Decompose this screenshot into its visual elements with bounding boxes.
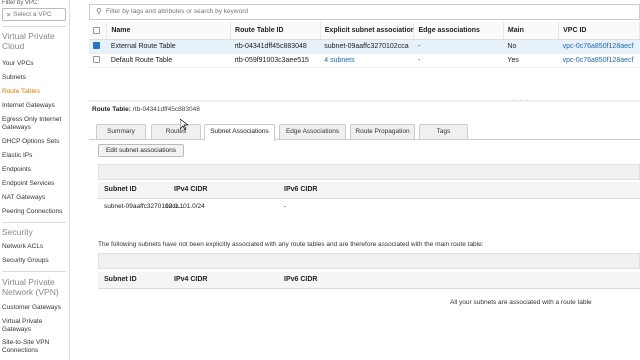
column-header-name[interactable]: Name — [106, 22, 232, 40]
search-bar[interactable]: ⚲ — [89, 4, 640, 20]
filter-by-vpc-label: Filter by VPC: — [2, 0, 40, 6]
sidebar-item-dhcp-options-sets[interactable]: DHCP Options Sets — [2, 138, 68, 146]
column-header-edge-associations[interactable]: Edge associations — [413, 22, 504, 40]
vpc-select[interactable]: ✕ Select a VPC — [2, 8, 66, 21]
cell-edge-associations: - — [413, 53, 504, 68]
detail-title: Route Table: rtb-04341dff45c883048 — [92, 106, 200, 113]
table-header-row: Name Route Table ID Explicit subnet asso… — [89, 22, 640, 40]
select-all-checkbox[interactable] — [93, 26, 100, 34]
sidebar-divider — [2, 222, 66, 223]
unassociated-table-header: Subnet ID IPv4 CIDR IPv6 CIDR — [98, 272, 640, 289]
cell-edge-associations: - — [413, 39, 504, 54]
vpc-select-placeholder: Select a VPC — [13, 11, 52, 18]
tab-routes[interactable]: Routes — [151, 124, 201, 139]
cell-name: Default Route Table — [106, 53, 231, 68]
column-header-route-table-id[interactable]: Route Table ID — [230, 22, 321, 40]
column-header-ipv6-cidr: IPv6 CIDR — [284, 186, 318, 193]
cell-route-table-id: rtb-059f91003c3aee515 — [230, 53, 321, 68]
sidebar-item-security-groups[interactable]: Security Groups — [2, 257, 68, 265]
column-header-main[interactable]: Main — [503, 22, 560, 40]
column-header-subnet-id: Subnet ID — [104, 186, 137, 193]
select-all-header[interactable] — [89, 22, 108, 40]
cell-explicit-subnet-link[interactable]: 4 subnets — [320, 53, 414, 68]
row-checkbox[interactable] — [93, 42, 100, 50]
edit-subnet-associations-button[interactable]: Edit subnet associations — [98, 144, 184, 157]
search-icon: ⚲ — [96, 7, 102, 16]
associations-toolbar — [98, 164, 640, 180]
sidebar-section-vpc: Virtual Private Cloud — [2, 31, 55, 51]
sidebar-item-network-acls[interactable]: Network ACLs — [2, 243, 68, 251]
tab-route-propagation[interactable]: Route Propagation — [350, 124, 415, 139]
empty-state-message: All your subnets are associated with a r… — [450, 299, 592, 306]
main-content: ⚲ Name Route Table ID Explicit subnet as… — [89, 0, 640, 360]
detail-title-value: rtb-04341dff45c883048 — [132, 106, 200, 113]
table-row[interactable]: External Route Table rtb-04341dff45c8830… — [89, 39, 640, 54]
tab-subnet-associations[interactable]: Subnet Associations — [204, 124, 275, 141]
tab-edge-associations[interactable]: Edge Associations — [279, 124, 346, 139]
tab-tags[interactable]: Tags — [419, 124, 468, 139]
sidebar-item-route-tables[interactable]: Route Tables — [2, 88, 68, 96]
column-header-ipv6-cidr: IPv6 CIDR — [284, 276, 318, 283]
sidebar-item-site-to-site-vpn-connections[interactable]: Site-to-Site VPN Connections — [2, 339, 68, 355]
cell-main: No — [503, 39, 559, 54]
column-header-subnet-id: Subnet ID — [104, 276, 137, 283]
sidebar-divider — [2, 26, 66, 27]
sidebar-item-egress-only-internet-gateways[interactable]: Egress Only Internet Gateways — [2, 116, 68, 132]
row-checkbox-cell[interactable] — [89, 53, 107, 68]
cell-main: Yes — [503, 53, 559, 68]
column-header-ipv4-cidr: IPv4 CIDR — [174, 276, 208, 283]
sidebar-item-nat-gateways[interactable]: NAT Gateways — [2, 194, 68, 202]
sidebar-item-customer-gateways[interactable]: Customer Gateways — [2, 304, 68, 312]
row-checkbox[interactable] — [93, 56, 100, 64]
table-row[interactable]: Default Route Table rtb-059f91003c3aee51… — [89, 53, 640, 68]
pane-splitter[interactable] — [89, 100, 640, 102]
sidebar-divider — [2, 271, 66, 272]
cell-route-table-id: rtb-04341dff45c883048 — [230, 39, 321, 54]
search-input[interactable] — [106, 8, 406, 15]
cell-name: External Route Table — [106, 39, 231, 54]
column-header-ipv4-cidr: IPv4 CIDR — [174, 186, 208, 193]
sidebar-item-endpoint-services[interactable]: Endpoint Services — [2, 180, 68, 188]
cell-vpc-id-link[interactable]: vpc-0c76a850f128aecf — [558, 39, 640, 54]
detail-title-label: Route Table: — [92, 106, 131, 113]
sidebar-item-your-vpcs[interactable]: Your VPCs — [2, 60, 68, 68]
sidebar-item-peering-connections[interactable]: Peering Connections — [2, 208, 68, 216]
sidebar-item-subnets[interactable]: Subnets — [2, 74, 68, 82]
drag-handle-icon[interactable]: · · · — [513, 97, 529, 104]
sidebar-section-vpn: Virtual Private Network (VPN) — [2, 277, 59, 297]
sidebar-item-internet-gateways[interactable]: Internet Gateways — [2, 102, 68, 110]
clear-icon[interactable]: ✕ — [6, 11, 11, 19]
sidebar: Filter by VPC: ✕ Select a VPC Virtual Pr… — [0, 0, 70, 360]
row-checkbox-cell[interactable] — [89, 39, 107, 54]
assoc-ipv6-cidr: - — [284, 203, 287, 210]
sidebar-item-endpoints[interactable]: Endpoints — [2, 166, 68, 174]
associations-table-header: Subnet ID IPv4 CIDR IPv6 CIDR — [98, 182, 640, 199]
mouse-cursor-icon — [180, 119, 188, 131]
route-tables-grid: Name Route Table ID Explicit subnet asso… — [89, 22, 640, 68]
cell-vpc-id-link[interactable]: vpc-0c76a850f128aecf — [558, 53, 640, 68]
sidebar-item-elastic-ips[interactable]: Elastic IPs — [2, 152, 68, 160]
main-route-table-note: The following subnets have not been expl… — [98, 241, 484, 248]
column-header-vpc-id[interactable]: VPC ID — [558, 22, 640, 40]
sidebar-section-security: Security — [2, 227, 33, 237]
tab-summary[interactable]: Summary — [96, 124, 146, 139]
sidebar-item-virtual-private-gateways[interactable]: Virtual Private Gateways — [2, 318, 68, 334]
unassociated-toolbar — [98, 253, 640, 269]
column-header-explicit-subnet[interactable]: Explicit subnet associatior — [320, 22, 415, 40]
cell-explicit-subnet: subnet-09aaffc3270102cca — [320, 39, 414, 54]
assoc-ipv4-cidr: 10.0.101.0/24 — [165, 203, 205, 210]
detail-tabs: Summary Routes Subnet Associations Edge … — [89, 124, 640, 141]
